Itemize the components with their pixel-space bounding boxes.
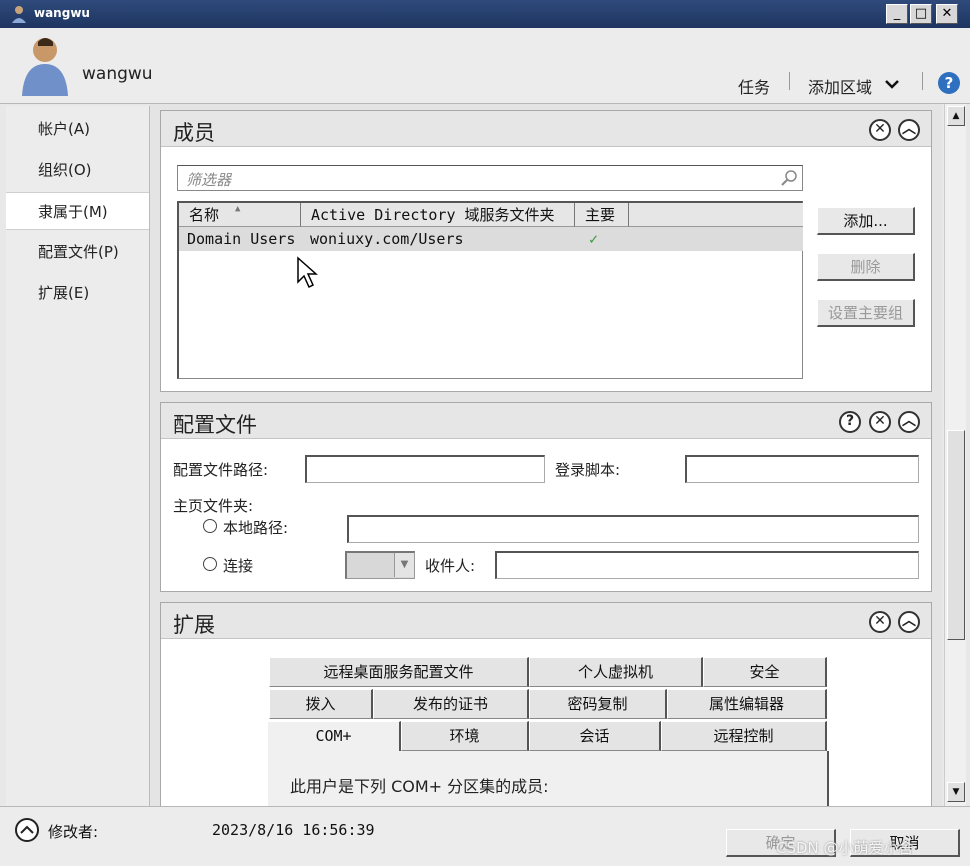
connect-radio[interactable] (203, 557, 217, 571)
maximize-button[interactable]: □ (910, 4, 932, 24)
to-label: 收件人: (425, 557, 476, 575)
user-avatar-icon (22, 38, 68, 96)
modified-by-label: 修改者: (48, 823, 99, 841)
logon-script-label: 登录脚本: (555, 461, 621, 479)
local-path-field[interactable] (347, 515, 919, 543)
tab-remote-control[interactable]: 远程控制 (661, 721, 827, 751)
title-bar: wangwu _ □ ✕ (0, 0, 970, 28)
help-icon[interactable]: ? (839, 411, 861, 433)
section-title: 配置文件 (173, 413, 257, 437)
user-name: wangwu (82, 64, 153, 84)
watermark-text: CSDN @小萌爱小舍 (776, 839, 914, 857)
user-icon (12, 6, 26, 23)
local-path-radio[interactable] (203, 519, 217, 533)
logon-script-field[interactable] (685, 455, 919, 483)
cell-folder: woniuxy.com/Users (310, 230, 464, 248)
profile-section: 配置文件 ? ✕ ︿ 配置文件路径: 登录脚本: 主页文件夹: 本地路径: 连接… (160, 402, 932, 592)
sidebar-item-member-of[interactable]: 隶属于(M) (6, 192, 149, 230)
remove-button[interactable]: 删除 (817, 253, 915, 281)
sidebar-item-profile[interactable]: 配置文件(P) (6, 233, 149, 271)
tab-environment[interactable]: 环境 (401, 721, 529, 751)
com-partition-text: 此用户是下列 COM+ 分区集的成员: (290, 777, 549, 796)
tab-password-replication[interactable]: 密码复制 (529, 689, 667, 719)
scroll-down-icon[interactable]: ▼ (947, 782, 965, 802)
tab-com-plus[interactable]: COM+ (267, 721, 401, 751)
window-title: wangwu (34, 6, 90, 20)
profile-path-field[interactable] (305, 455, 545, 483)
section-title: 扩展 (173, 613, 215, 637)
scroll-up-icon[interactable]: ▲ (947, 106, 965, 126)
members-table: 名称 ▲ Active Directory 域服务文件夹 主要 Domain U… (177, 201, 803, 379)
tasks-menu[interactable]: 任务 (738, 74, 770, 98)
modified-time: 2023/8/16 16:56:39 (212, 821, 375, 839)
scroll-thumb[interactable] (947, 430, 965, 640)
tab-panel: 此用户是下列 COM+ 分区集的成员: (267, 751, 829, 806)
collapse-icon[interactable]: ︿ (898, 411, 920, 433)
vertical-scrollbar[interactable]: ▲ ▼ (944, 104, 966, 806)
tab-personal-vm[interactable]: 个人虚拟机 (529, 657, 703, 687)
chevron-down-icon[interactable] (884, 78, 900, 90)
chevron-down-icon[interactable]: ▼ (394, 553, 414, 577)
tab-attribute-editor[interactable]: 属性编辑器 (667, 689, 827, 719)
minimize-button[interactable]: _ (886, 4, 908, 24)
tab-sessions[interactable]: 会话 (529, 721, 661, 751)
column-header-name[interactable]: 名称 ▲ (179, 203, 301, 227)
connect-label: 连接 (223, 557, 254, 575)
members-section-header: 成员 ✕ ︿ (161, 111, 931, 147)
to-field[interactable] (495, 551, 919, 579)
cell-name: Domain Users (187, 230, 296, 248)
sidebar-item-extensions[interactable]: 扩展(E) (6, 274, 149, 312)
mouse-cursor-icon (297, 256, 318, 289)
drive-select[interactable]: ▼ (345, 551, 415, 579)
help-icon[interactable]: ? (938, 72, 960, 94)
extensions-section-header: 扩展 ✕ ︿ (161, 603, 931, 639)
content-area: 成员 ✕ ︿ 筛选器 名称 ▲ Active Directory 域服务文件夹 … (150, 104, 942, 806)
profile-path-label: 配置文件路径: (173, 461, 269, 479)
tab-dial-in[interactable]: 拨入 (269, 689, 373, 719)
local-path-label: 本地路径: (223, 519, 289, 537)
close-icon[interactable]: ✕ (869, 611, 891, 633)
column-header-primary[interactable]: 主要 (575, 203, 629, 227)
close-icon[interactable]: ✕ (869, 119, 891, 141)
profile-section-header: 配置文件 ? ✕ ︿ (161, 403, 931, 439)
add-section-menu[interactable]: 添加区域 (808, 74, 872, 98)
tab-security[interactable]: 安全 (703, 657, 827, 687)
extensions-section: 扩展 ✕ ︿ 远程桌面服务配置文件 个人虚拟机 安全 拨入 发布的证书 密码复制… (160, 602, 932, 806)
add-button[interactable]: 添加... (817, 207, 915, 235)
column-header-folder[interactable]: Active Directory 域服务文件夹 (301, 203, 575, 227)
column-header-empty (629, 203, 803, 227)
header: wangwu 任务 添加区域 ? (0, 28, 970, 104)
set-primary-group-button[interactable]: 设置主要组 (817, 299, 915, 327)
filter-placeholder: 筛选器 (186, 171, 232, 189)
filter-input[interactable]: 筛选器 (177, 165, 803, 191)
table-row[interactable]: Domain Users woniuxy.com/Users ✓ (179, 227, 803, 251)
home-folder-label: 主页文件夹: (173, 497, 254, 515)
tab-published-certificates[interactable]: 发布的证书 (373, 689, 529, 719)
sidebar-item-account[interactable]: 帐户(A) (6, 110, 149, 148)
sort-ascending-icon: ▲ (235, 204, 241, 214)
footer: 修改者: 2023/8/16 16:56:39 确定 取消 CSDN @小萌爱小… (0, 806, 970, 866)
search-icon (781, 170, 797, 186)
sidebar-item-organization[interactable]: 组织(O) (6, 151, 149, 189)
close-icon[interactable]: ✕ (869, 411, 891, 433)
collapse-icon[interactable]: ︿ (898, 611, 920, 633)
check-icon: ✓ (589, 230, 599, 248)
expand-icon[interactable] (14, 817, 40, 843)
close-button[interactable]: ✕ (936, 4, 958, 24)
divider (922, 72, 923, 90)
collapse-icon[interactable]: ︿ (898, 119, 920, 141)
section-title: 成员 (173, 121, 215, 145)
tab-remote-desktop-profile[interactable]: 远程桌面服务配置文件 (269, 657, 529, 687)
divider (789, 72, 790, 90)
members-section: 成员 ✕ ︿ 筛选器 名称 ▲ Active Directory 域服务文件夹 … (160, 110, 932, 392)
